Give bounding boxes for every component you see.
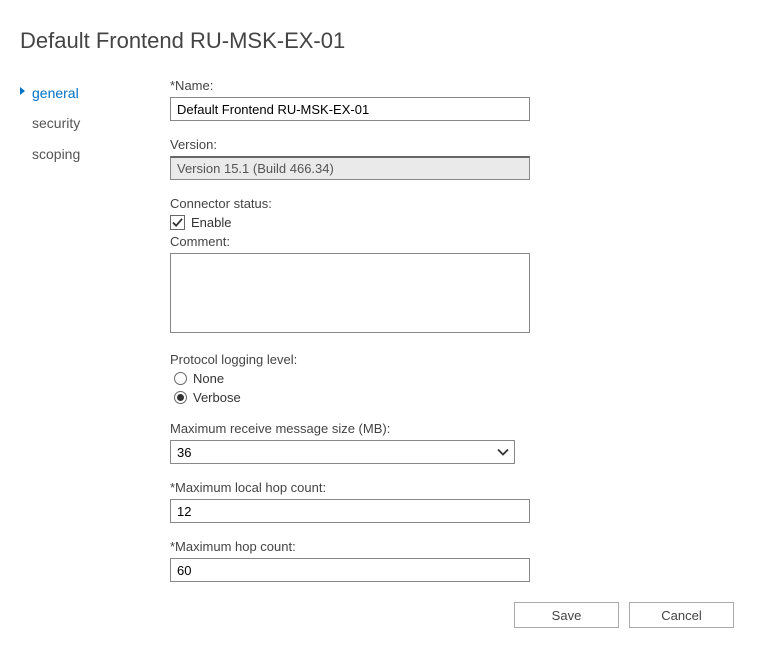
form-area: *Name: Version: Connector status: Enable… <box>170 78 590 598</box>
page-title: Default Frontend RU-MSK-EX-01 <box>20 28 744 54</box>
sidebar-item-scoping[interactable]: scoping <box>20 139 150 169</box>
enable-label: Enable <box>191 215 231 230</box>
logging-label: Protocol logging level: <box>170 352 590 367</box>
logging-radio-verbose[interactable] <box>174 391 187 404</box>
sidebar-item-security[interactable]: security <box>20 108 150 138</box>
max-hop-input[interactable] <box>170 558 530 582</box>
logging-radio-none[interactable] <box>174 372 187 385</box>
button-bar: Save Cancel <box>514 602 734 628</box>
comment-label: Comment: <box>170 234 590 249</box>
max-local-hop-input[interactable] <box>170 499 530 523</box>
cancel-button[interactable]: Cancel <box>629 602 734 628</box>
sidebar: general security scoping <box>20 78 170 598</box>
logging-radio-verbose-label: Verbose <box>193 390 241 405</box>
name-input[interactable] <box>170 97 530 121</box>
max-receive-select[interactable] <box>170 440 515 464</box>
logging-radio-none-label: None <box>193 371 224 386</box>
version-input <box>170 156 530 180</box>
save-button[interactable]: Save <box>514 602 619 628</box>
max-receive-label: Maximum receive message size (MB): <box>170 421 590 436</box>
enable-checkbox[interactable] <box>170 215 185 230</box>
connector-status-label: Connector status: <box>170 196 590 211</box>
max-local-hop-label: *Maximum local hop count: <box>170 480 590 495</box>
max-hop-label: *Maximum hop count: <box>170 539 590 554</box>
sidebar-item-label: security <box>32 115 80 131</box>
sidebar-item-general[interactable]: general <box>20 78 150 108</box>
version-label: Version: <box>170 137 590 152</box>
sidebar-item-label: general <box>32 85 79 101</box>
sidebar-item-label: scoping <box>32 146 80 162</box>
name-label: *Name: <box>170 78 590 93</box>
check-icon <box>172 217 183 228</box>
comment-textarea[interactable] <box>170 253 530 333</box>
